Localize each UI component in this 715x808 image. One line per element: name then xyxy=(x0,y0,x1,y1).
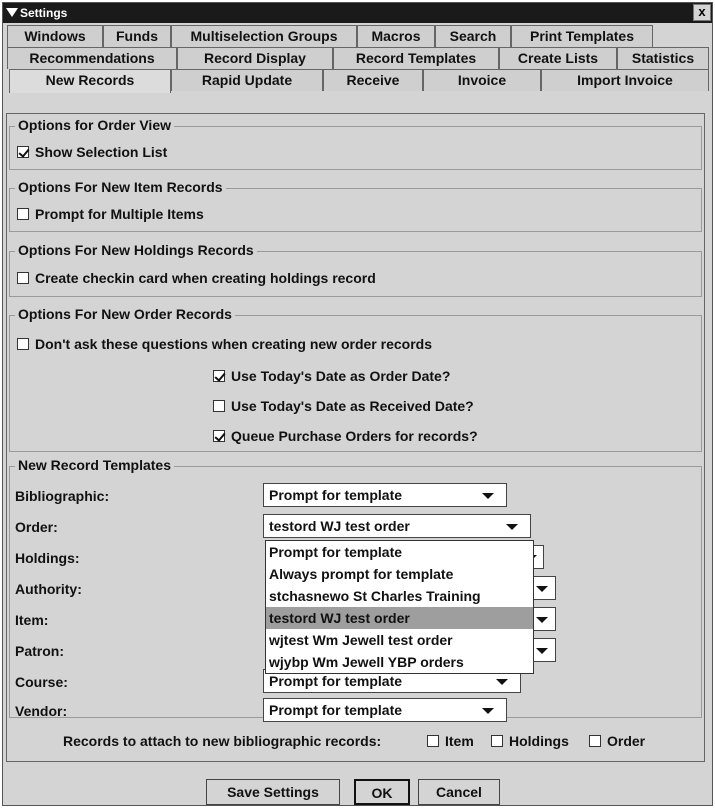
tab-funds[interactable]: Funds xyxy=(103,25,171,47)
chevron-down-icon xyxy=(482,493,494,499)
dropdown-option[interactable]: wjtest Wm Jewell test order xyxy=(266,629,533,651)
checkbox-checked-icon xyxy=(213,430,225,442)
dropdown-option-selected[interactable]: testord WJ test order xyxy=(266,607,533,629)
vendor-label: Vendor: xyxy=(15,703,68,719)
checkbox-unchecked-icon xyxy=(491,735,503,747)
bibliographic-template-value: Prompt for template xyxy=(269,487,403,503)
tab-print-templates[interactable]: Print Templates xyxy=(511,25,653,47)
bibliographic-template-select[interactable]: Prompt for template xyxy=(263,483,507,507)
tab-statistics[interactable]: Statistics xyxy=(617,47,709,69)
tab-rapid-update[interactable]: Rapid Update xyxy=(171,69,323,91)
course-template-value: Prompt for template xyxy=(269,673,403,689)
dropdown-option[interactable]: wjybp Wm Jewell YBP orders xyxy=(266,651,533,673)
order-label: Order: xyxy=(15,519,58,535)
tab-create-lists[interactable]: Create Lists xyxy=(499,47,617,69)
todays-order-date-label: Use Today's Date as Order Date? xyxy=(231,368,451,384)
queue-po-checkbox[interactable]: Queue Purchase Orders for records? xyxy=(213,428,478,444)
vendor-template-select[interactable]: Prompt for template xyxy=(263,698,507,722)
patron-label: Patron: xyxy=(15,643,64,659)
order-template-dropdown-list[interactable]: Prompt for template Always prompt for te… xyxy=(265,540,534,674)
dropdown-option[interactable]: stchasnewo St Charles Training xyxy=(266,585,533,607)
checkbox-unchecked-icon xyxy=(427,735,439,747)
order-view-group: Options for Order View Show Selection Li… xyxy=(9,117,702,170)
title-bar[interactable]: Settings x xyxy=(3,3,712,23)
chevron-down-icon xyxy=(536,617,548,623)
attach-item-label: Item xyxy=(445,733,474,749)
order-template-value: testord WJ test order xyxy=(269,518,410,534)
dont-ask-label: Don't ask these questions when creating … xyxy=(35,336,432,352)
attach-holdings-checkbox[interactable]: Holdings xyxy=(491,733,569,749)
tab-new-records[interactable]: New Records xyxy=(9,69,171,93)
new-order-group: Options For New Order Records Don't ask … xyxy=(9,306,702,452)
checkbox-unchecked-icon xyxy=(213,400,225,412)
chevron-down-icon xyxy=(496,679,508,685)
tab-record-templates[interactable]: Record Templates xyxy=(333,47,499,69)
tab-windows[interactable]: Windows xyxy=(7,25,103,47)
prompt-multiple-items-checkbox[interactable]: Prompt for Multiple Items xyxy=(17,206,204,222)
todays-received-date-checkbox[interactable]: Use Today's Date as Received Date? xyxy=(213,398,474,414)
checkin-card-checkbox[interactable]: Create checkin card when creating holdin… xyxy=(17,270,376,286)
tab-macros[interactable]: Macros xyxy=(357,25,435,47)
attach-order-checkbox[interactable]: Order xyxy=(589,733,645,749)
checkbox-unchecked-icon xyxy=(589,735,601,747)
checkbox-checked-icon xyxy=(213,370,225,382)
checkbox-unchecked-icon xyxy=(17,208,29,220)
new-item-group: Options For New Item Records Prompt for … xyxy=(9,179,702,232)
tab-multiselection-groups[interactable]: Multiselection Groups xyxy=(171,25,357,47)
holdings-label: Holdings: xyxy=(15,550,80,566)
attach-records-text: Records to attach to new bibliographic r… xyxy=(63,733,382,749)
prompt-multiple-items-label: Prompt for Multiple Items xyxy=(35,206,204,222)
new-holdings-group: Options For New Holdings Records Create … xyxy=(9,242,702,297)
chevron-down-icon xyxy=(536,648,548,654)
bibliographic-label: Bibliographic: xyxy=(15,488,110,504)
todays-received-date-label: Use Today's Date as Received Date? xyxy=(231,398,474,414)
dropdown-option[interactable]: Always prompt for template xyxy=(266,563,533,585)
tab-recommendations[interactable]: Recommendations xyxy=(7,47,177,69)
chevron-down-icon xyxy=(482,708,494,714)
new-item-title: Options For New Item Records xyxy=(15,179,226,195)
tab-receive[interactable]: Receive xyxy=(323,69,423,91)
checkin-card-label: Create checkin card when creating holdin… xyxy=(35,270,376,286)
dropdown-option[interactable]: Prompt for template xyxy=(266,541,533,563)
checkbox-unchecked-icon xyxy=(17,272,29,284)
attach-label: Records to attach to new bibliographic r… xyxy=(63,733,381,749)
chevron-down-icon xyxy=(536,586,548,592)
ok-button[interactable]: OK xyxy=(354,779,410,805)
todays-order-date-checkbox[interactable]: Use Today's Date as Order Date? xyxy=(213,368,450,384)
templates-title: New Record Templates xyxy=(15,457,175,473)
attach-item-checkbox[interactable]: Item xyxy=(427,733,474,749)
close-button[interactable]: x xyxy=(693,4,711,21)
checkbox-checked-icon xyxy=(17,146,29,158)
window-title: Settings xyxy=(20,6,68,20)
checkbox-unchecked-icon xyxy=(17,338,29,350)
vendor-template-value: Prompt for template xyxy=(269,702,403,718)
tab-search[interactable]: Search xyxy=(435,25,511,47)
show-selection-list-label: Show Selection List xyxy=(35,144,168,160)
window-menu-icon[interactable] xyxy=(6,6,18,18)
queue-po-label: Queue Purchase Orders for records? xyxy=(231,428,478,444)
authority-label: Authority: xyxy=(15,581,82,597)
new-order-title: Options For New Order Records xyxy=(15,306,235,322)
course-label: Course: xyxy=(15,674,68,690)
cancel-button[interactable]: Cancel xyxy=(418,779,500,805)
tab-record-display[interactable]: Record Display xyxy=(177,47,333,69)
dont-ask-checkbox[interactable]: Don't ask these questions when creating … xyxy=(17,336,432,352)
item-label: Item: xyxy=(15,612,49,628)
chevron-down-icon xyxy=(506,524,518,530)
attach-order-label: Order xyxy=(607,733,646,749)
order-template-select[interactable]: testord WJ test order xyxy=(263,514,531,538)
show-selection-list-checkbox[interactable]: Show Selection List xyxy=(17,144,167,160)
order-view-title: Options for Order View xyxy=(15,117,174,133)
new-holdings-title: Options For New Holdings Records xyxy=(15,242,257,258)
attach-holdings-label: Holdings xyxy=(509,733,569,749)
save-settings-button[interactable]: Save Settings xyxy=(206,779,340,805)
tab-import-invoice[interactable]: Import Invoice xyxy=(541,69,709,91)
tab-invoice[interactable]: Invoice xyxy=(423,69,541,91)
